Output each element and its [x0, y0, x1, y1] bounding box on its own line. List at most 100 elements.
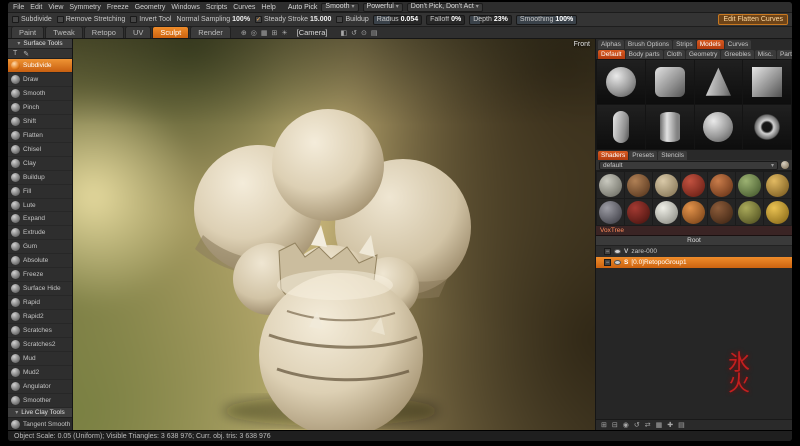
- dropdown-smooth[interactable]: Smooth▾: [321, 3, 358, 12]
- shader-tab-shaders[interactable]: Shaders: [598, 151, 628, 160]
- model-tab-geometry[interactable]: Geometry: [686, 50, 721, 59]
- tool-extrude[interactable]: Extrude: [8, 226, 72, 240]
- model-capsule[interactable]: [597, 105, 645, 149]
- add-layer-icon[interactable]: ⊞: [600, 421, 608, 429]
- tool-rapid2[interactable]: Rapid2: [8, 310, 72, 324]
- tool-mud[interactable]: Mud: [8, 352, 72, 366]
- tab-paint[interactable]: Paint: [11, 26, 44, 38]
- model-cone[interactable]: [695, 60, 743, 104]
- toolbar-subdivide[interactable]: Subdivide: [12, 16, 52, 23]
- panel-menu-icon[interactable]: ▤: [370, 29, 379, 37]
- tool-fill[interactable]: Fill: [8, 185, 72, 199]
- shader-dark-red[interactable]: [625, 199, 652, 225]
- slider-falloff[interactable]: Falloff0%: [426, 15, 465, 25]
- shader-pearl[interactable]: [653, 199, 680, 225]
- collapse-icon[interactable]: ▾: [15, 409, 18, 416]
- frame-view-icon[interactable]: ◧: [339, 29, 348, 37]
- menu-freeze[interactable]: Freeze: [107, 4, 129, 11]
- tool-scratches[interactable]: Scratches: [8, 324, 72, 338]
- shader-gold[interactable]: [764, 172, 791, 198]
- toolbar-normal-sampling[interactable]: Normal Sampling100%: [176, 16, 250, 23]
- model-tab-misc[interactable]: Misc.: [755, 50, 776, 59]
- menu-file[interactable]: File: [13, 4, 24, 11]
- shader-tab-stencils[interactable]: Stencils: [658, 151, 687, 160]
- surface-tools-header[interactable]: ▾ Surface Tools: [8, 39, 72, 49]
- tool-gum[interactable]: Gum: [8, 240, 72, 254]
- tool-smooth[interactable]: Smooth: [8, 87, 72, 101]
- voxtree-layer-zare-000[interactable]: −Vzare-000: [596, 246, 792, 257]
- tree-collapse-icon[interactable]: −: [604, 259, 611, 266]
- menu-windows[interactable]: Windows: [171, 4, 199, 11]
- tool-shift[interactable]: Shift: [8, 115, 72, 129]
- tool-mud2[interactable]: Mud2: [8, 366, 72, 380]
- render-settings-icon[interactable]: ⊙: [360, 29, 368, 37]
- menu-symmetry[interactable]: Symmetry: [69, 4, 101, 11]
- tab-render[interactable]: Render: [190, 26, 231, 38]
- model-cube[interactable]: [743, 60, 791, 104]
- grid-icon[interactable]: ▦: [260, 29, 269, 37]
- tool-rapid[interactable]: Rapid: [8, 296, 72, 310]
- menu-edit[interactable]: Edit: [30, 4, 42, 11]
- tool-flatten[interactable]: Flatten: [8, 129, 72, 143]
- tool-draw[interactable]: Draw: [8, 73, 72, 87]
- tool-clay[interactable]: Clay: [8, 157, 72, 171]
- light-icon[interactable]: ☀: [280, 29, 288, 37]
- tool-scratches2[interactable]: Scratches2: [8, 338, 72, 352]
- tool-buildup[interactable]: Buildup: [8, 171, 72, 185]
- snap-icon[interactable]: ⊞: [270, 29, 278, 37]
- menu-scripts[interactable]: Scripts: [206, 4, 227, 11]
- pen-tool-icon[interactable]: ✎: [22, 50, 30, 58]
- voxtree-root-row[interactable]: Root: [596, 236, 792, 246]
- swap-icon[interactable]: ⇄: [644, 421, 652, 429]
- tab-models[interactable]: Models: [697, 40, 724, 49]
- shader-rust[interactable]: [708, 172, 735, 198]
- dropdown-powerful[interactable]: Powerful▾: [363, 3, 403, 12]
- tool-surface-hide[interactable]: Surface Hide: [8, 282, 72, 296]
- tool-freeze[interactable]: Freeze: [8, 268, 72, 282]
- edit-flatten-curves-button[interactable]: Edit Flatten Curves: [718, 14, 788, 25]
- shader-tab-presets[interactable]: Presets: [629, 151, 657, 160]
- tab-curves[interactable]: Curves: [725, 40, 752, 49]
- tab-tweak[interactable]: Tweak: [45, 26, 83, 38]
- delete-layer-icon[interactable]: ⊟: [611, 421, 619, 429]
- shader-bronze[interactable]: [625, 172, 652, 198]
- visibility-icon[interactable]: ◉: [622, 421, 630, 429]
- voxtree-empty-area[interactable]: 氷 火: [596, 268, 792, 419]
- slider-smoothing[interactable]: Smoothing100%: [516, 15, 577, 25]
- tool-angulator[interactable]: Angulator: [8, 380, 72, 394]
- menu-view[interactable]: View: [48, 4, 63, 11]
- model-torus[interactable]: [743, 105, 791, 149]
- model-tab-parts[interactable]: Parts: [777, 50, 792, 59]
- ortho-view-icon[interactable]: ◎: [250, 29, 258, 37]
- model-sphere[interactable]: [597, 60, 645, 104]
- tab-sculpt[interactable]: Sculpt: [152, 26, 189, 38]
- shader-chocolate[interactable]: [708, 199, 735, 225]
- shader-clay-gray[interactable]: [597, 172, 624, 198]
- tool-subdivide[interactable]: Subdivide: [8, 59, 72, 73]
- collapse-icon[interactable]: ▾: [17, 40, 20, 47]
- plus-icon[interactable]: ✚: [666, 421, 674, 429]
- dropdown-don-t-pick-don-t-act[interactable]: Don't Pick, Don't Act▾: [407, 3, 483, 12]
- sculpt-model[interactable]: [73, 39, 595, 430]
- tool-tangent-smooth[interactable]: Tangent Smooth: [8, 418, 72, 430]
- tab-alphas[interactable]: Alphas: [598, 40, 624, 49]
- tool-smoother[interactable]: Smoother: [8, 394, 72, 408]
- menu-geometry[interactable]: Geometry: [135, 4, 166, 11]
- model-rounded-cube[interactable]: [646, 60, 694, 104]
- tool-expand[interactable]: Expand: [8, 212, 72, 226]
- grid-icon[interactable]: ▦: [655, 421, 664, 429]
- text-tool-icon[interactable]: T: [12, 50, 18, 57]
- tool-lute[interactable]: Lute: [8, 199, 72, 213]
- menu-help[interactable]: Help: [261, 4, 275, 11]
- pick-target-icon[interactable]: ⊕: [240, 29, 248, 37]
- model-tab-default[interactable]: Default: [598, 50, 625, 59]
- shader-select-dropdown[interactable]: default ▾: [599, 161, 778, 170]
- model-tab-cloth[interactable]: Cloth: [664, 50, 685, 59]
- model-tab-greebles[interactable]: Greebles: [721, 50, 753, 59]
- model-tab-body-parts[interactable]: Body parts: [626, 50, 663, 59]
- visibility-eye-icon[interactable]: [614, 260, 621, 265]
- menu-curves[interactable]: Curves: [233, 4, 255, 11]
- shader-olive[interactable]: [736, 199, 763, 225]
- tool-pinch[interactable]: Pinch: [8, 101, 72, 115]
- shader-mossy-green[interactable]: [736, 172, 763, 198]
